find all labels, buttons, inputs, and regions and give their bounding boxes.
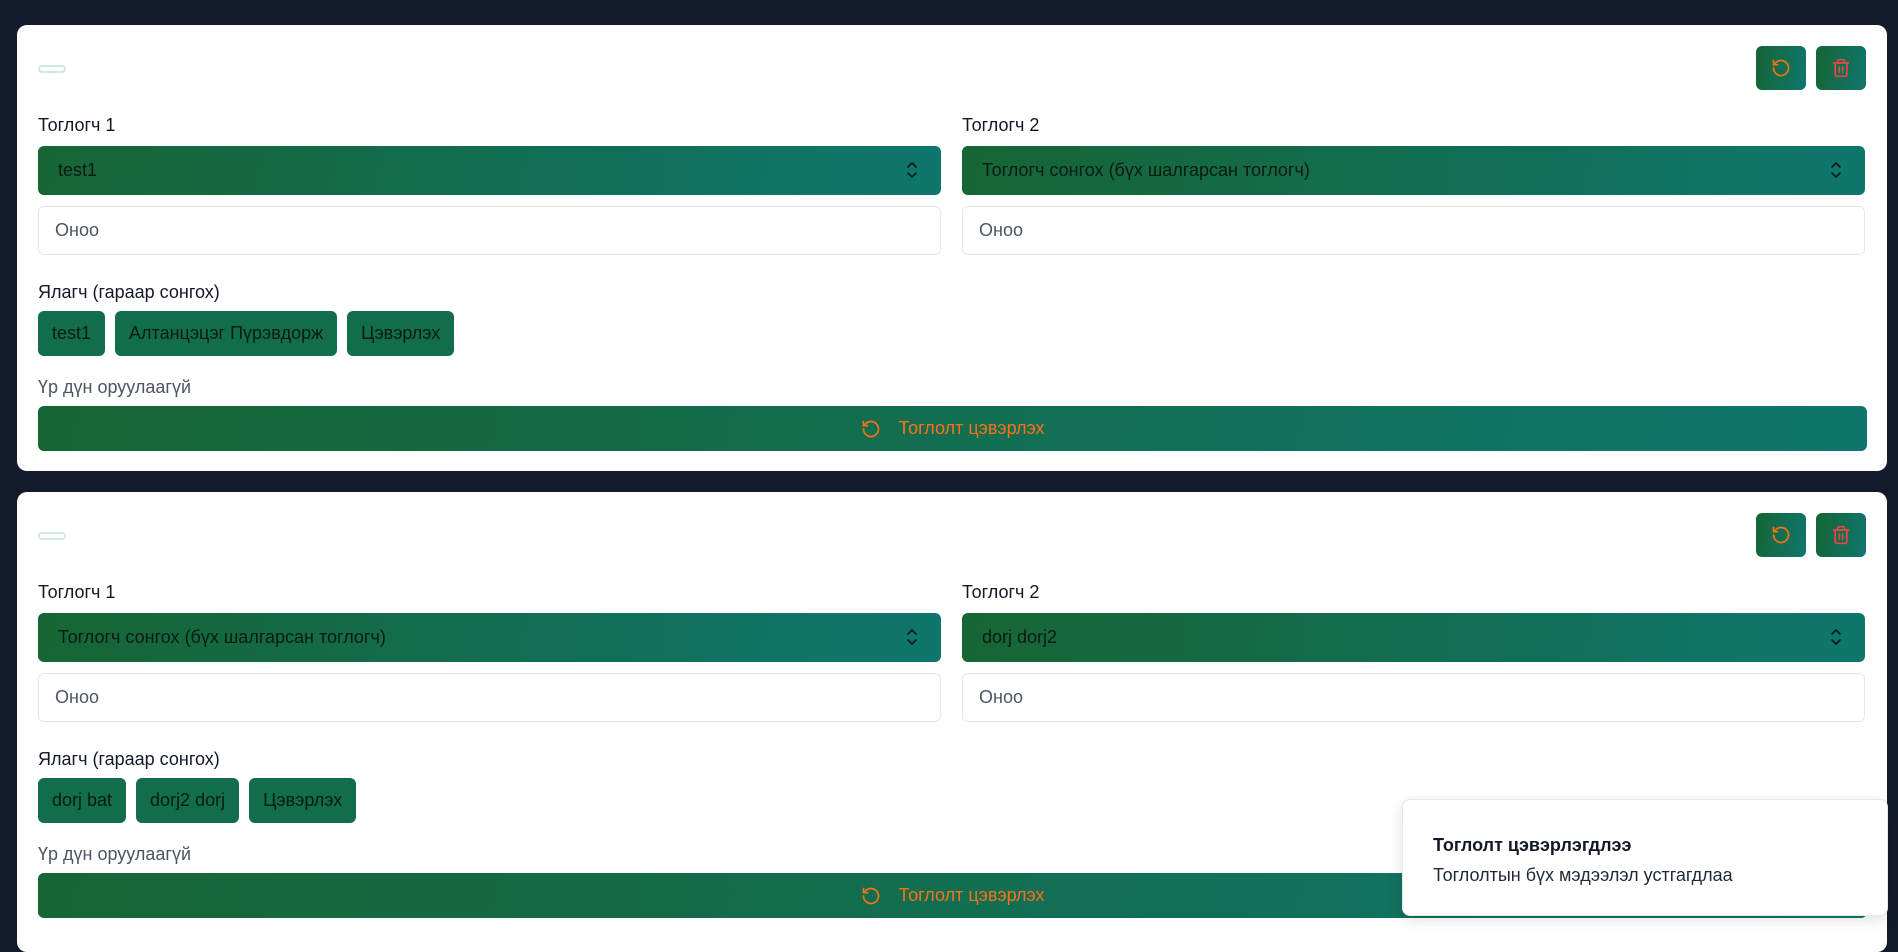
- player2-select[interactable]: Тоглогч сонгох (бүх шалгарсан тоглогч): [962, 146, 1865, 195]
- toast-message: Тоглолтын бүх мэдээлэл устгагдлаа: [1433, 865, 1733, 885]
- drag-handle[interactable]: [38, 65, 66, 73]
- player2-label: Тоглогч 2: [962, 582, 1040, 602]
- player2-label: Тоглогч 2: [962, 115, 1040, 135]
- winner-label: Ялагч (гараар сонгох): [38, 282, 220, 302]
- player2-score-input[interactable]: [962, 206, 1865, 255]
- trash-icon: [1832, 525, 1850, 545]
- toast-notification: Тоглолт цэвэрлэгдлээ Тоглолтын бүх мэдээ…: [1402, 799, 1888, 916]
- result-status: Үр дүн оруулаагүй: [38, 844, 192, 864]
- chevrons-up-down-icon: [907, 629, 917, 645]
- drag-handle[interactable]: [38, 532, 66, 540]
- winner-option-button[interactable]: Алтанцэцэг Пүрэвдорж: [115, 311, 338, 356]
- player1-select-value: Тоглогч сонгох (бүх шалгарсан тоглогч): [58, 627, 386, 647]
- player1-label: Тоглогч 1: [38, 582, 116, 602]
- chevrons-up-down-icon: [1831, 629, 1841, 645]
- rotate-ccw-icon: [862, 887, 879, 904]
- winner-option-button[interactable]: dorj bat: [38, 778, 127, 823]
- rotate-ccw-icon: [862, 420, 879, 437]
- player2-select-value: dorj dorj2: [982, 627, 1058, 647]
- player1-select[interactable]: test1: [38, 146, 941, 195]
- player2-select-value: Тоглогч сонгох (бүх шалгарсан тоглогч): [982, 160, 1310, 180]
- winner-label: Ялагч (гараар сонгох): [38, 749, 220, 769]
- rotate-ccw-icon: [1772, 526, 1790, 544]
- reset-match-label: Тоглолт цэвэрлэх: [898, 885, 1045, 905]
- delete-match-button[interactable]: [1816, 46, 1866, 90]
- delete-match-button[interactable]: [1816, 513, 1866, 557]
- player1-select[interactable]: Тоглогч сонгох (бүх шалгарсан тоглогч): [38, 613, 941, 662]
- reset-match-button[interactable]: Тоглолт цэвэрлэх: [38, 406, 1867, 451]
- clear-winner-button[interactable]: Цэвэрлэх: [347, 311, 455, 356]
- match-card: Тоглогч 1 Тоглогч 2 test1 Тоглогч сонгох…: [17, 25, 1887, 471]
- winner-option-button[interactable]: dorj2 dorj: [136, 778, 240, 823]
- rotate-ccw-icon: [1772, 59, 1790, 77]
- chevrons-up-down-icon: [1831, 162, 1841, 178]
- player1-label: Тоглогч 1: [38, 115, 116, 135]
- winner-options: dorj bat dorj2 dorj Цэвэрлэх: [38, 778, 357, 823]
- player2-score-input[interactable]: [962, 673, 1865, 722]
- player1-score-input[interactable]: [38, 673, 941, 722]
- winner-option-button[interactable]: test1: [38, 311, 106, 356]
- player2-select[interactable]: dorj dorj2: [962, 613, 1865, 662]
- reset-match-label: Тоглолт цэвэрлэх: [898, 418, 1045, 438]
- reset-match-icon-button[interactable]: [1756, 513, 1806, 557]
- trash-icon: [1832, 58, 1850, 78]
- chevrons-up-down-icon: [907, 162, 917, 178]
- toast-title: Тоглолт цэвэрлэгдлээ: [1433, 835, 1632, 855]
- player1-score-input[interactable]: [38, 206, 941, 255]
- player1-select-value: test1: [58, 160, 98, 180]
- winner-options: test1 Алтанцэцэг Пүрэвдорж Цэвэрлэх: [38, 311, 455, 356]
- result-status: Үр дүн оруулаагүй: [38, 377, 192, 397]
- reset-match-icon-button[interactable]: [1756, 46, 1806, 90]
- clear-winner-button[interactable]: Цэвэрлэх: [249, 778, 357, 823]
